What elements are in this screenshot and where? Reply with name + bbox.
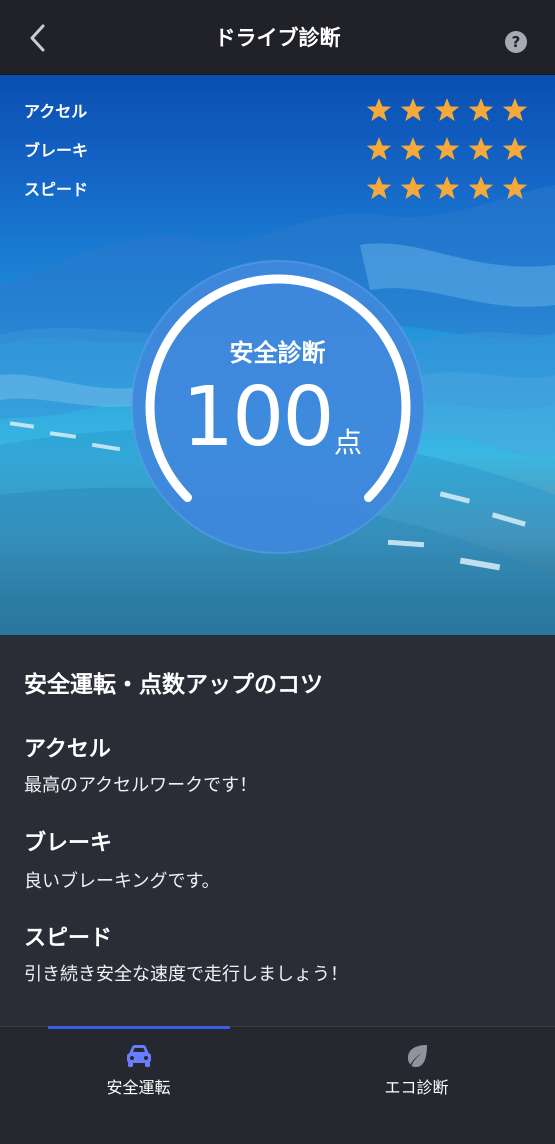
tip-text-accel: 最高のアクセルワークです！ (24, 775, 258, 796)
star-icon (502, 137, 528, 160)
tab-eco-diagnosis[interactable]: エコ診断 (278, 1027, 555, 1144)
rating-label: ブレーキ (24, 141, 89, 160)
star-icon (468, 137, 494, 160)
star-icon (468, 98, 494, 121)
tip-title-accel: アクセル (24, 737, 111, 762)
tab-label: 安全運転 (106, 1078, 171, 1097)
tip-text-brake: 良いブレーキングです。 (24, 871, 220, 892)
page-title: ドライブ診断 (214, 26, 341, 50)
star-icon (434, 176, 460, 199)
star-icon (366, 176, 392, 199)
header-bar: ドライブ診断 ? (0, 0, 555, 75)
tab-safe-driving[interactable]: 安全運転 (0, 1026, 277, 1144)
star-icon (468, 176, 494, 199)
star-icon (502, 176, 528, 199)
star-rating (365, 136, 529, 162)
active-tab-indicator (48, 1026, 230, 1029)
star-icon (400, 176, 426, 199)
star-icon (366, 98, 392, 121)
question-icon: ? (511, 32, 521, 51)
help-button[interactable]: ? (505, 31, 527, 53)
tips-heading: 安全運転・点数アップのコツ (24, 672, 323, 698)
star-icon (400, 137, 426, 160)
star-icon (400, 98, 426, 121)
star-icon (434, 98, 460, 121)
rating-row-brake: ブレーキ (24, 135, 529, 163)
diagnosis-hero: アクセル ブレーキ スピード 安全診断 100 点 (0, 75, 555, 635)
tip-text-speed: 引き続き安全な速度で走行しましょう！ (24, 964, 348, 985)
star-rating (365, 175, 529, 201)
tab-label: エコ診断 (384, 1078, 449, 1097)
bottom-navigation: 安全運転 エコ診断 (0, 1026, 555, 1144)
tip-title-speed: スピード (24, 926, 113, 951)
score-unit: 点 (334, 426, 363, 459)
car-icon (127, 1045, 151, 1067)
star-icon (366, 137, 392, 160)
app-screen: ドライブ診断 ? アクセル ブレーキ スピード 安全診断 100 点 安全運転・… (0, 0, 555, 1144)
rating-label: スピード (24, 180, 89, 199)
tip-title-brake: ブレーキ (24, 831, 113, 856)
rating-label: アクセル (24, 102, 88, 121)
star-icon (434, 137, 460, 160)
tips-section: 安全運転・点数アップのコツ アクセル 最高のアクセルワークです！ ブレーキ 良い… (0, 635, 555, 1025)
rating-row-speed: スピード (24, 174, 529, 202)
star-rating (365, 97, 529, 123)
star-icon (502, 98, 528, 121)
score-label: 安全診断 (229, 339, 326, 367)
score-value: 100 (182, 370, 335, 465)
rating-row-accel: アクセル (24, 96, 529, 124)
score-display: 100 点 (182, 373, 402, 463)
leaf-icon (408, 1045, 427, 1067)
